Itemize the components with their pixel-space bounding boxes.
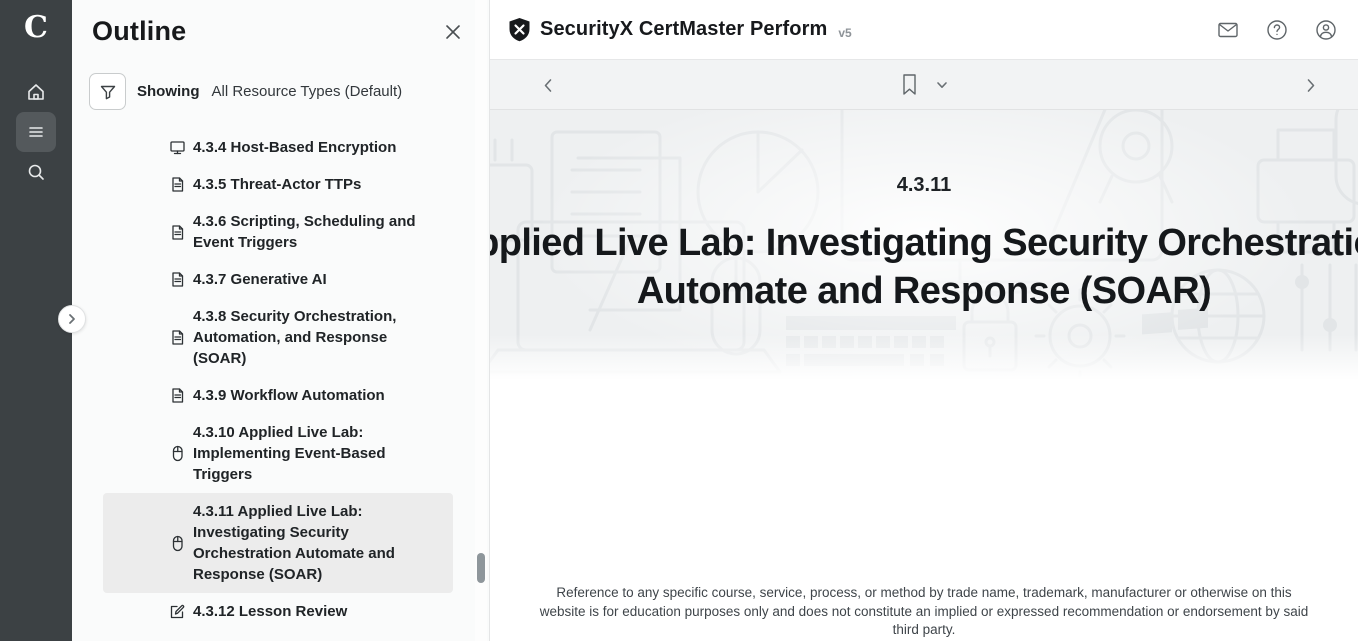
outline-item-label: 4.3.10 Applied Live Lab: Implementing Ev… [193, 422, 443, 485]
outline-item-label: 4.3.8 Security Orchestration, Automation… [193, 306, 443, 369]
close-icon [444, 23, 462, 41]
outline-scrollbar-thumb[interactable] [477, 553, 485, 583]
outline-item[interactable]: 4.3.9 Workflow Automation [103, 377, 453, 414]
main-content: SecurityX CertMaster Perform v5 [490, 0, 1358, 641]
help-button[interactable] [1265, 18, 1289, 42]
course-title: SecurityX CertMaster Perform [540, 18, 827, 41]
app-window: C Outline Showing All Resource Types (De… [0, 0, 1358, 641]
disclaimer-text: Reference to any specific course, servic… [532, 584, 1316, 640]
outline-item-label: 4.3.12 Lesson Review [193, 601, 347, 622]
messages-button[interactable] [1216, 18, 1240, 42]
outline-scrollbar[interactable] [475, 0, 487, 641]
outline-item-label: 4.3.4 Host-Based Encryption [193, 137, 396, 158]
filter-value: All Resource Types (Default) [212, 83, 403, 100]
home-button[interactable] [16, 72, 56, 112]
filter-icon [99, 83, 117, 101]
outline-item-label: 4.3.11 Applied Live Lab: Investigating S… [193, 501, 443, 585]
previous-page-button[interactable] [518, 60, 578, 110]
lesson-number: 4.3.11 [897, 174, 952, 197]
filter-button[interactable] [89, 73, 126, 110]
filter-row: Showing All Resource Types (Default) [89, 73, 489, 110]
chevron-down-icon [936, 79, 948, 91]
shield-icon [508, 17, 531, 42]
course-header: SecurityX CertMaster Perform v5 [490, 0, 1358, 60]
search-icon [26, 162, 46, 182]
outline-item[interactable]: 4.3.6 Scripting, Scheduling and Event Tr… [103, 203, 453, 261]
bookmark-icon [900, 73, 919, 96]
monitor-icon [168, 139, 186, 156]
outline-item-label: 4.3.9 Workflow Automation [193, 385, 385, 406]
next-page-button[interactable] [1280, 60, 1340, 110]
outline-item[interactable]: 4.3.12 Lesson Review [103, 593, 453, 630]
search-button[interactable] [16, 152, 56, 192]
lesson-nav-bar [490, 60, 1358, 110]
outline-button[interactable] [16, 112, 56, 152]
course-version: v5 [838, 26, 851, 42]
document-icon [168, 387, 186, 404]
chevron-left-icon [541, 78, 556, 93]
chevron-right-icon [66, 313, 78, 325]
outline-title: Outline [92, 16, 186, 47]
outline-item-label: 4.3.7 Generative AI [193, 269, 327, 290]
mouse-icon [168, 535, 186, 552]
mail-icon [1217, 19, 1239, 41]
outline-item[interactable]: 4.3.5 Threat-Actor TTPs [103, 166, 453, 203]
outline-panel: Outline Showing All Resource Types (Defa… [72, 0, 490, 641]
filter-showing-label: Showing [137, 83, 200, 100]
edit-icon [168, 603, 186, 620]
comptia-logo: C [0, 10, 72, 45]
outline-item[interactable]: 4.3.8 Security Orchestration, Automation… [103, 298, 453, 377]
course-brand: SecurityX CertMaster Perform v5 [508, 17, 852, 42]
home-icon [26, 82, 46, 102]
help-icon [1266, 19, 1288, 41]
lesson-title: Applied Live Lab: Investigating Security… [490, 219, 1358, 315]
document-icon [168, 224, 186, 241]
outline-item-label: 4.3.6 Scripting, Scheduling and Event Tr… [193, 211, 443, 253]
outline-list: 4.3.4 Host-Based Encryption 4.3.5 Threat-… [103, 129, 453, 630]
lesson-title-line-2: Automate and Response (SOAR) [490, 267, 1358, 315]
panel-collapse-button[interactable] [58, 305, 86, 333]
document-icon [168, 176, 186, 193]
document-icon [168, 329, 186, 346]
chevron-right-icon [1303, 78, 1318, 93]
bookmark-menu-button[interactable] [936, 79, 948, 91]
account-icon [1315, 19, 1337, 41]
account-button[interactable] [1314, 18, 1338, 42]
mouse-icon [168, 445, 186, 462]
outline-item[interactable]: 4.3.4 Host-Based Encryption [103, 129, 453, 166]
lesson-banner: 4.3.11 Applied Live Lab: Investigating S… [490, 110, 1358, 380]
bookmark-button[interactable] [900, 73, 919, 96]
outline-item-label: 4.3.5 Threat-Actor TTPs [193, 174, 361, 195]
document-icon [168, 271, 186, 288]
outline-item[interactable]: 4.3.7 Generative AI [103, 261, 453, 298]
close-outline-button[interactable] [439, 18, 467, 46]
lesson-title-line-1: Applied Live Lab: Investigating Security… [490, 219, 1358, 267]
outline-item[interactable]: 4.3.11 Applied Live Lab: Investigating S… [103, 493, 453, 593]
outline-item[interactable]: 4.3.10 Applied Live Lab: Implementing Ev… [103, 414, 453, 493]
menu-icon [26, 122, 46, 142]
